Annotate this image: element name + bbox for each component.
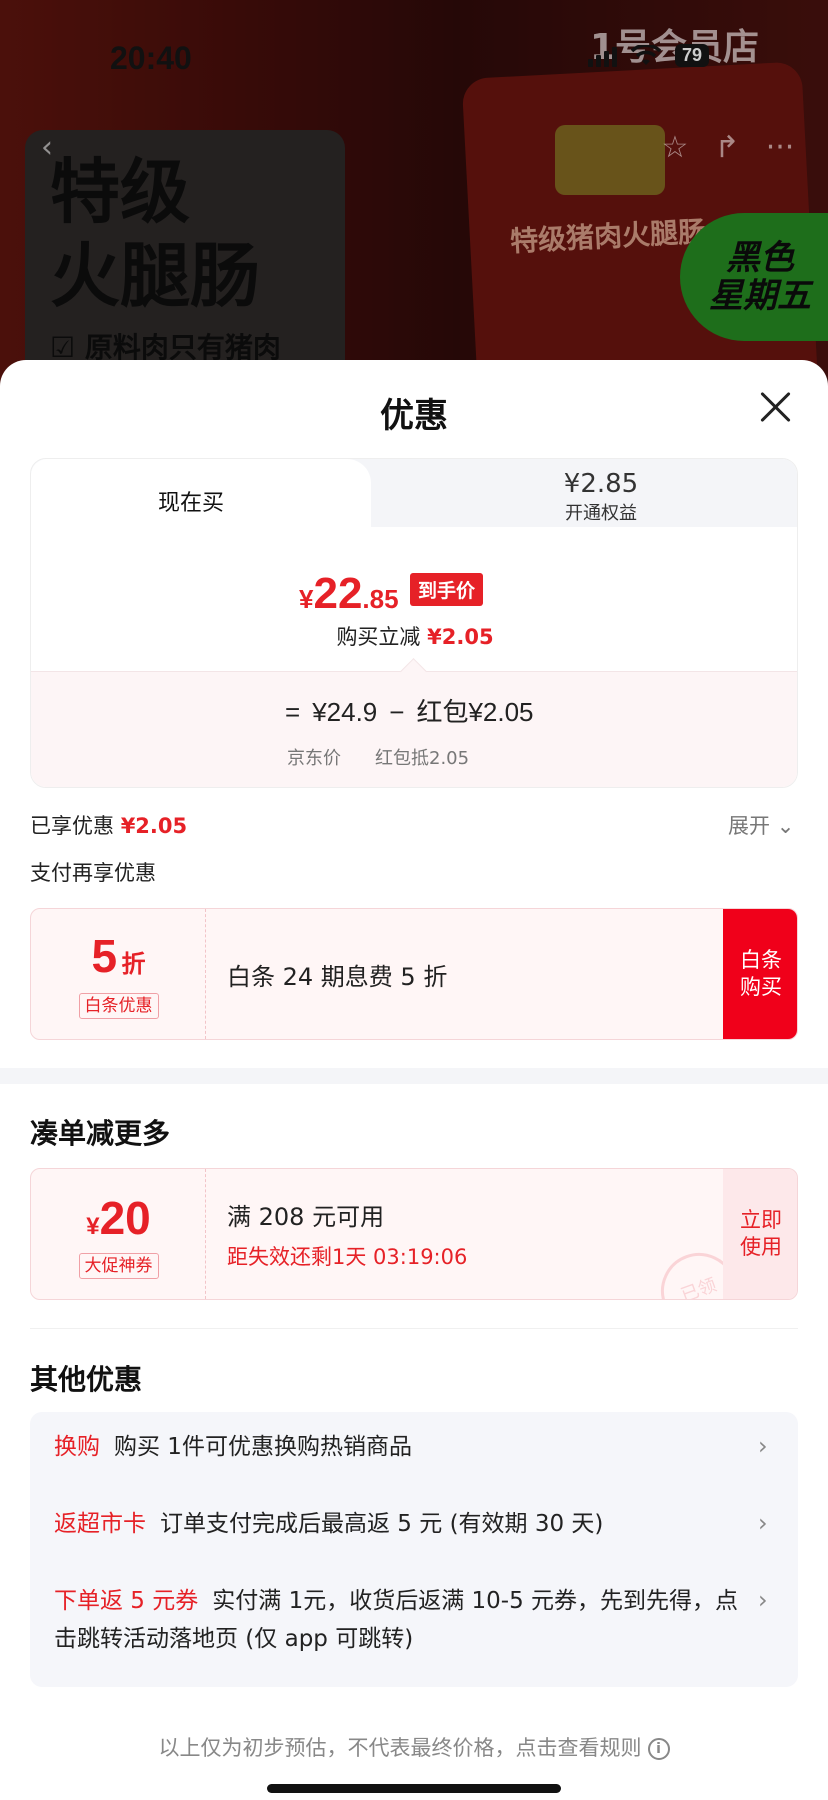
chevron-down-icon: ⌄ (776, 814, 795, 838)
rules-footnote[interactable]: 以上仅为初步预估，不代表最终价格，点击查看规则 i (0, 1732, 828, 1762)
offer-row-coupon-return[interactable]: 下单返 5 元券 实付满 1元，收货后返满 10-5 元券，先到先得，点击跳转活动… (54, 1582, 754, 1658)
chevron-right-icon: › (758, 1586, 768, 1614)
pay-more-label: 支付再享优惠 (30, 861, 156, 885)
wifi-icon (631, 44, 661, 65)
close-icon[interactable] (758, 390, 792, 424)
promo-coupon: ¥20 大促神券 满 208 元可用 距失效还剩1天 03:19:06 已领 立… (30, 1168, 798, 1300)
coupon-condition: 满 208 元可用 (227, 1203, 385, 1231)
status-icons: 79 (588, 44, 710, 67)
baitiao-description: 白条 24 期息费 5 折 (227, 963, 448, 991)
final-price: ¥22.85 (299, 569, 399, 618)
signal-icon (588, 45, 617, 67)
section-title-coudan: 凑单减更多 (30, 1117, 171, 1150)
offer-row-supermarket-card[interactable]: 返超市卡 订单支付完成后最高返 5 元 (有效期 30 天) (54, 1505, 754, 1543)
black-friday-badge: 黑色 星期五 (680, 213, 828, 341)
info-icon[interactable]: i (647, 1738, 670, 1760)
battery-icon: 79 (675, 44, 710, 67)
tab-buy-now[interactable]: 现在买 (31, 459, 371, 529)
baitiao-buy-button[interactable]: 白条 购买 (723, 909, 797, 1039)
redpacket-label: 红包抵2.05 (375, 748, 470, 769)
price-card: 现在买 ¥2.85 开通权益 ¥22.85 到手价 购买立减 ¥2.05 = ¥2… (30, 458, 798, 788)
favorite-star-icon[interactable]: ☆ (650, 123, 700, 173)
more-icon[interactable]: ··· (755, 123, 805, 173)
home-indicator[interactable] (267, 1784, 561, 1793)
offer-row-exchange[interactable]: 换购 购买 1件可优惠换购热销商品 (54, 1428, 754, 1466)
use-coupon-button[interactable]: 立即 使用 (723, 1169, 797, 1299)
promo-title: 特级 火腿肠 (50, 151, 260, 317)
jd-price-label: 京东价 (287, 748, 341, 769)
price-tabs: 现在买 ¥2.85 开通权益 (31, 459, 797, 529)
sheet-title: 优惠 (380, 396, 448, 436)
share-icon[interactable]: ↱ (702, 123, 752, 173)
section-title-others: 其他优惠 (30, 1363, 143, 1396)
baitiao-coupon: 5 折 白条优惠 白条 24 期息费 5 折 白条 购买 (30, 908, 798, 1040)
final-price-tag: 到手价 (410, 573, 484, 606)
price-breakdown: = ¥24.9− 红包¥2.05 京东价 红包抵2.05 (31, 671, 797, 787)
discount-sheet: 优惠 现在买 ¥2.85 开通权益 ¥22.85 到手价 购买立减 ¥2.05 … (0, 360, 828, 1800)
back-icon[interactable]: ‹ (22, 123, 72, 173)
instant-reduction: 购买立减 ¥2.05 (336, 625, 494, 649)
expand-button[interactable]: 展开 ⌄ (728, 810, 794, 840)
other-offers-list: 换购 购买 1件可优惠换购热销商品 › 返超市卡 订单支付完成后最高返 5 元 (有… (30, 1412, 798, 1687)
coupon-countdown: 距失效还剩1天 03:19:06 (227, 1245, 468, 1269)
chevron-right-icon: › (758, 1509, 768, 1537)
enjoyed-discount: 已享优惠 ¥2.05 (30, 814, 188, 838)
chevron-right-icon: › (758, 1432, 768, 1460)
status-time: 20:40 (110, 40, 192, 76)
